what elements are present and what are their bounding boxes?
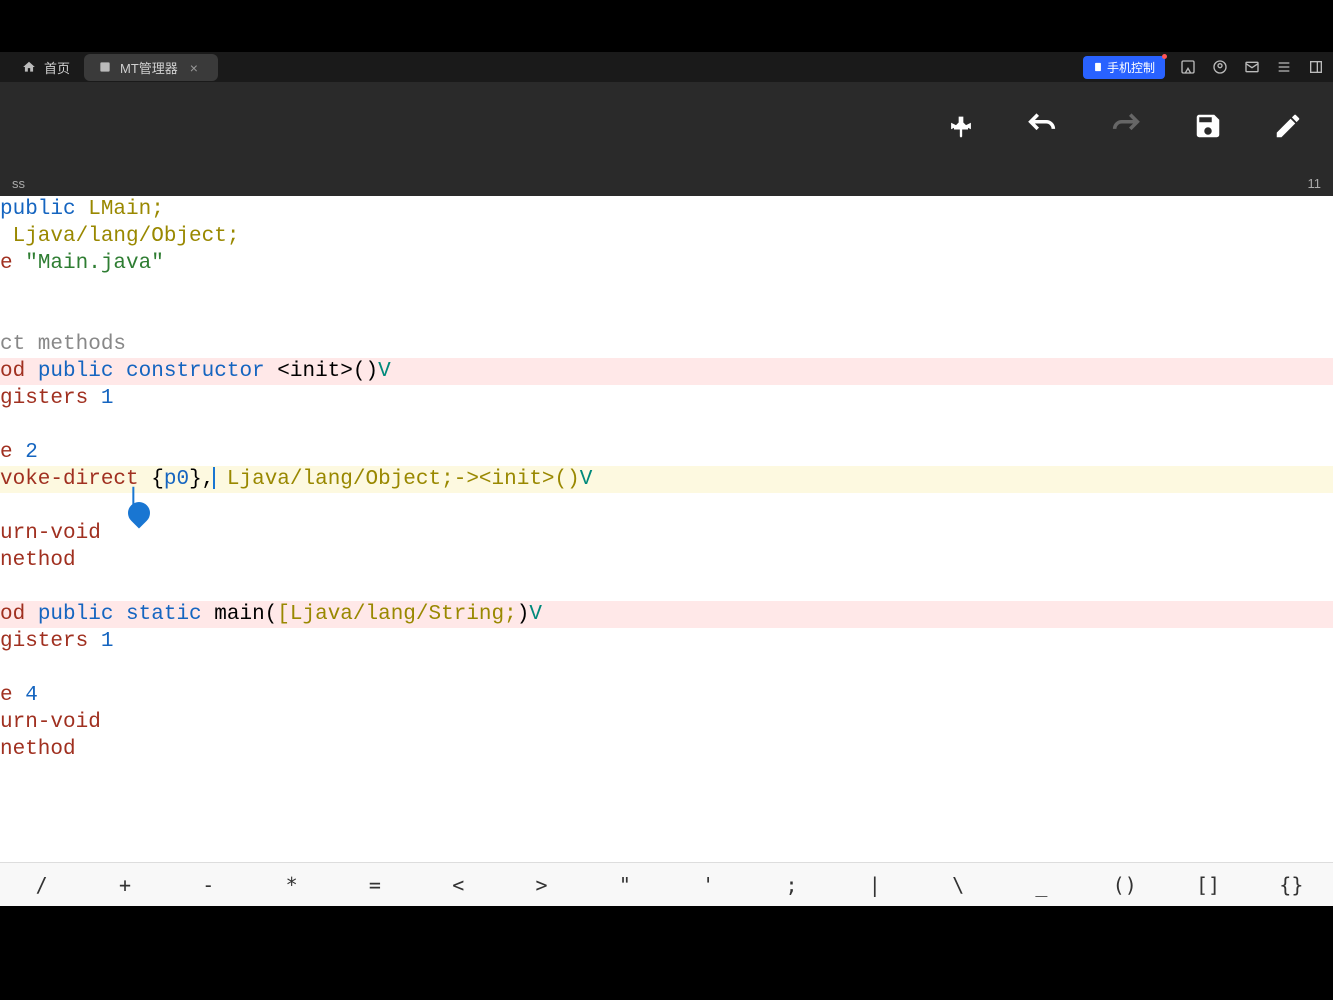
symbol-key-slash[interactable]: / <box>0 873 83 897</box>
app-icon <box>98 60 112 74</box>
symbol-key-lt[interactable]: < <box>417 873 500 897</box>
code-line: ct methods <box>0 331 1333 358</box>
status-right: 11 <box>1308 176 1322 191</box>
symbol-key-gt[interactable]: > <box>500 873 583 897</box>
status-left: ss <box>12 176 25 191</box>
code-line: od public constructor <init>()V <box>0 358 1333 385</box>
status-bar: ss 11 <box>0 170 1333 196</box>
code-line <box>0 493 1333 520</box>
symbol-key-equals[interactable]: = <box>333 873 416 897</box>
tab-active-label: MT管理器 <box>120 58 178 77</box>
code-line: public LMain; <box>0 196 1333 223</box>
tab-close-icon[interactable]: × <box>190 60 204 74</box>
code-line <box>0 304 1333 331</box>
user-icon[interactable] <box>1211 59 1229 75</box>
symbol-key-bracket[interactable]: [] <box>1166 873 1249 897</box>
system-tray: 手机控制 <box>1083 56 1325 79</box>
symbol-key-pipe[interactable]: | <box>833 873 916 897</box>
tab-home-label: 首页 <box>44 58 70 77</box>
symbol-key-minus[interactable]: - <box>167 873 250 897</box>
symbol-key-star[interactable]: * <box>250 873 333 897</box>
symbol-key-paren[interactable]: () <box>1083 873 1166 897</box>
bottom-bar <box>0 906 1333 1000</box>
undo-button[interactable] <box>1025 109 1059 143</box>
menu-icon[interactable] <box>1275 59 1293 75</box>
code-line <box>0 655 1333 682</box>
code-line: e "Main.java" <box>0 250 1333 277</box>
home-icon <box>22 60 36 74</box>
code-line: od public static main([Ljava/lang/String… <box>0 601 1333 628</box>
editor-toolbar <box>0 82 1333 170</box>
code-line-active: voke-direct {p0}, Ljava/lang/Object;-><i… <box>0 466 1333 493</box>
mail-icon[interactable] <box>1243 59 1261 75</box>
symbol-key-under[interactable]: _ <box>1000 873 1083 897</box>
code-line: urn-void <box>0 520 1333 547</box>
code-editor[interactable]: public LMain; Ljava/lang/Object; e "Main… <box>0 196 1333 862</box>
code-line <box>0 277 1333 304</box>
symbol-key-semi[interactable]: ; <box>750 873 833 897</box>
phone-control-label: 手机控制 <box>1107 59 1155 76</box>
symbol-bar: / + - * = < > " ' ; | \ _ () [] {} <box>0 862 1333 906</box>
code-line: urn-void <box>0 709 1333 736</box>
save-button[interactable] <box>1193 111 1223 141</box>
window-title-bar <box>0 0 1333 52</box>
code-line: gisters 1 <box>0 628 1333 655</box>
phone-control-button[interactable]: 手机控制 <box>1083 56 1165 79</box>
code-line: nethod <box>0 736 1333 763</box>
code-line: nethod <box>0 547 1333 574</box>
code-line: Ljava/lang/Object; <box>0 223 1333 250</box>
screenshot-icon[interactable] <box>1179 59 1197 75</box>
tab-mt-manager[interactable]: MT管理器 × <box>84 54 218 81</box>
code-line <box>0 574 1333 601</box>
tab-strip: 首页 MT管理器 × 手机控制 <box>0 52 1333 82</box>
expand-icon[interactable] <box>1307 59 1325 75</box>
code-line <box>0 412 1333 439</box>
tab-home[interactable]: 首页 <box>8 54 84 81</box>
phone-icon <box>1093 62 1103 72</box>
symbol-key-brace[interactable]: {} <box>1250 873 1333 897</box>
symbol-key-plus[interactable]: + <box>83 873 166 897</box>
edit-button[interactable] <box>1273 111 1303 141</box>
pin-button[interactable] <box>947 112 975 140</box>
symbol-key-bslash[interactable]: \ <box>916 873 999 897</box>
code-line: gisters 1 <box>0 385 1333 412</box>
symbol-key-squote[interactable]: ' <box>667 873 750 897</box>
redo-button[interactable] <box>1109 109 1143 143</box>
code-line: e 4 <box>0 682 1333 709</box>
code-line: e 2 <box>0 439 1333 466</box>
symbol-key-dquote[interactable]: " <box>583 873 666 897</box>
